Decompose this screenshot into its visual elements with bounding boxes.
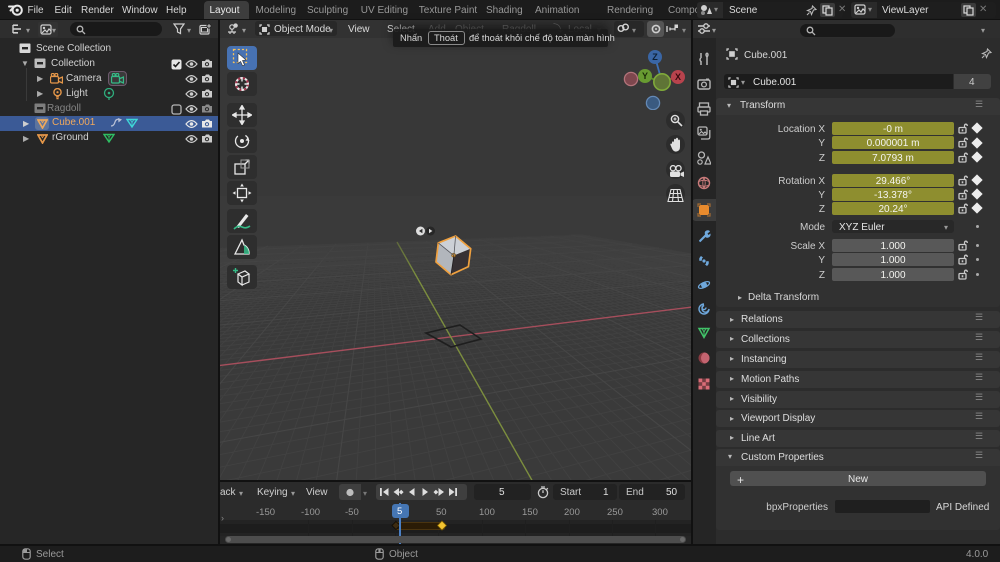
svg-text:Z: Z (652, 52, 658, 62)
svg-text:X: X (675, 72, 681, 82)
svg-text:Y: Y (642, 71, 648, 81)
